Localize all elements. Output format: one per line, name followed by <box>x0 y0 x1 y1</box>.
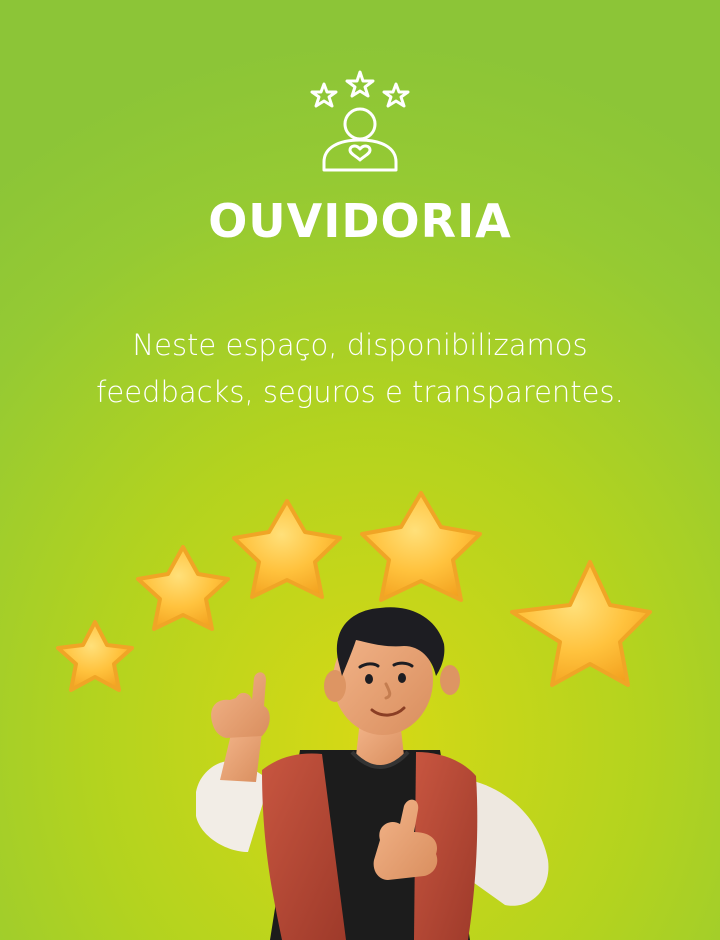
star-icon <box>56 620 134 692</box>
star-icon <box>510 560 652 687</box>
star-icon <box>232 499 342 599</box>
illustration <box>56 491 652 940</box>
page-description: Neste espaço, disponibilizamos feedbacks… <box>96 328 624 409</box>
star-icon <box>136 545 230 631</box>
ouvidoria-page: OUVIDORIA Neste espaço, disponibilizamos… <box>0 0 720 940</box>
rating-person-icon <box>310 70 410 172</box>
star-icon <box>360 491 482 602</box>
person-thumbs-up-illustration <box>196 607 549 940</box>
page-title: OUVIDORIA <box>208 194 512 248</box>
